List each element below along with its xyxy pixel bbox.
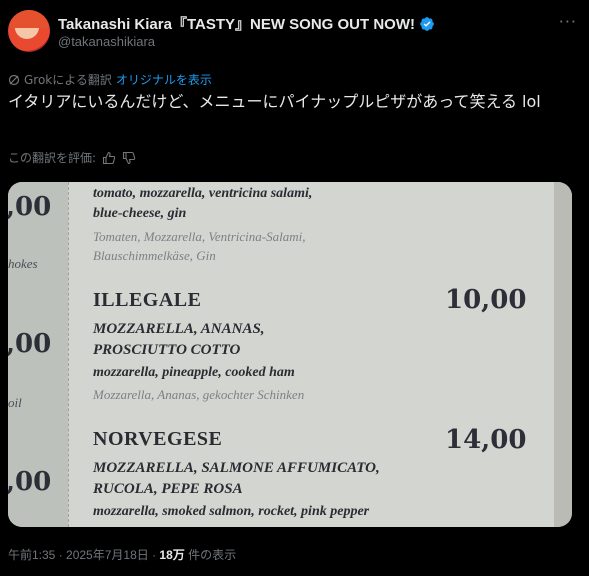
menu-item-name: NORVEGESE (93, 428, 223, 450)
menu-item-name: ILLEGALE (93, 289, 202, 311)
view-count: 18万 (159, 548, 185, 562)
menu-item-english: mozzarella, smoked salmon, rocket, pink … (93, 504, 370, 519)
left-label: hokes (8, 256, 38, 271)
thumbs-up-icon[interactable] (102, 151, 116, 165)
rate-translation-label: この翻訳を評価: (8, 151, 97, 165)
tweet-timestamp[interactable]: 午前1:35 · 2025年7月18日 · (8, 548, 156, 562)
rate-translation: この翻訳を評価: (8, 149, 136, 166)
left-price: ,00 (8, 192, 52, 222)
left-price: ,00 (8, 329, 52, 359)
menu-item-ingredients: PROSCIUTTO COTTO (93, 342, 241, 358)
translated-by-label: Grokによる翻訳 (24, 73, 112, 87)
tweet-meta: 午前1:35 · 2025年7月18日 · 18万 件の表示 (8, 546, 236, 563)
author-name[interactable]: Takanashi Kiara『TASTY』NEW SONG OUT NOW! (58, 13, 415, 34)
author-name-row: Takanashi Kiara『TASTY』NEW SONG OUT NOW! (58, 13, 435, 34)
tweet-header: Takanashi Kiara『TASTY』NEW SONG OUT NOW! … (8, 8, 581, 56)
menu-item-ingredients: MOZZARELLA, ANANAS, (93, 321, 265, 337)
menu-item-price: 14,00 (445, 425, 527, 455)
grok-icon (8, 74, 20, 85)
menu-item-desc: blue-cheese, gin (93, 206, 187, 221)
left-price: ,00 (8, 467, 52, 497)
menu-item-german: Mozzarella, Ananas, gekochter Schinken (93, 387, 305, 402)
more-options-icon[interactable]: ··· (559, 12, 577, 31)
translation-info: Grokによる翻訳 オリジナルを表示 (8, 71, 212, 88)
show-original-link[interactable]: オリジナルを表示 (116, 71, 212, 88)
photo-right-edge (554, 182, 572, 527)
menu-item-english: mozzarella, pineapple, cooked ham (93, 365, 295, 380)
tweet-text: イタリアにいるんだけど、メニューにパイナップルピザがあって笑える lol (8, 92, 541, 111)
menu-item-price: 10,00 (445, 285, 527, 315)
view-count-label: 件の表示 (188, 548, 237, 562)
avatar[interactable] (8, 10, 50, 52)
photo-fold-line (68, 182, 69, 527)
menu-item-translation: Tomaten, Mozzarella, Ventricina-Salami, (93, 229, 306, 244)
left-label: oil (8, 395, 22, 410)
thumbs-down-icon[interactable] (122, 151, 136, 165)
menu-item-desc: tomato, mozzarella, ventricina salami, (93, 186, 313, 201)
menu-item-ingredients: MOZZARELLA, SALMONE AFFUMICATO, (93, 460, 380, 476)
menu-item-ingredients: RUCOLA, PEPE ROSA (93, 481, 243, 497)
verified-badge-icon (420, 16, 434, 31)
author-handle[interactable]: @takanashikiara (58, 34, 155, 49)
tweet-photo[interactable]: ,00 hokes ,00 oil ,00 tomato, mozzarella… (8, 182, 572, 527)
menu-item-translation: Blauschimmelkäse, Gin (93, 248, 216, 263)
